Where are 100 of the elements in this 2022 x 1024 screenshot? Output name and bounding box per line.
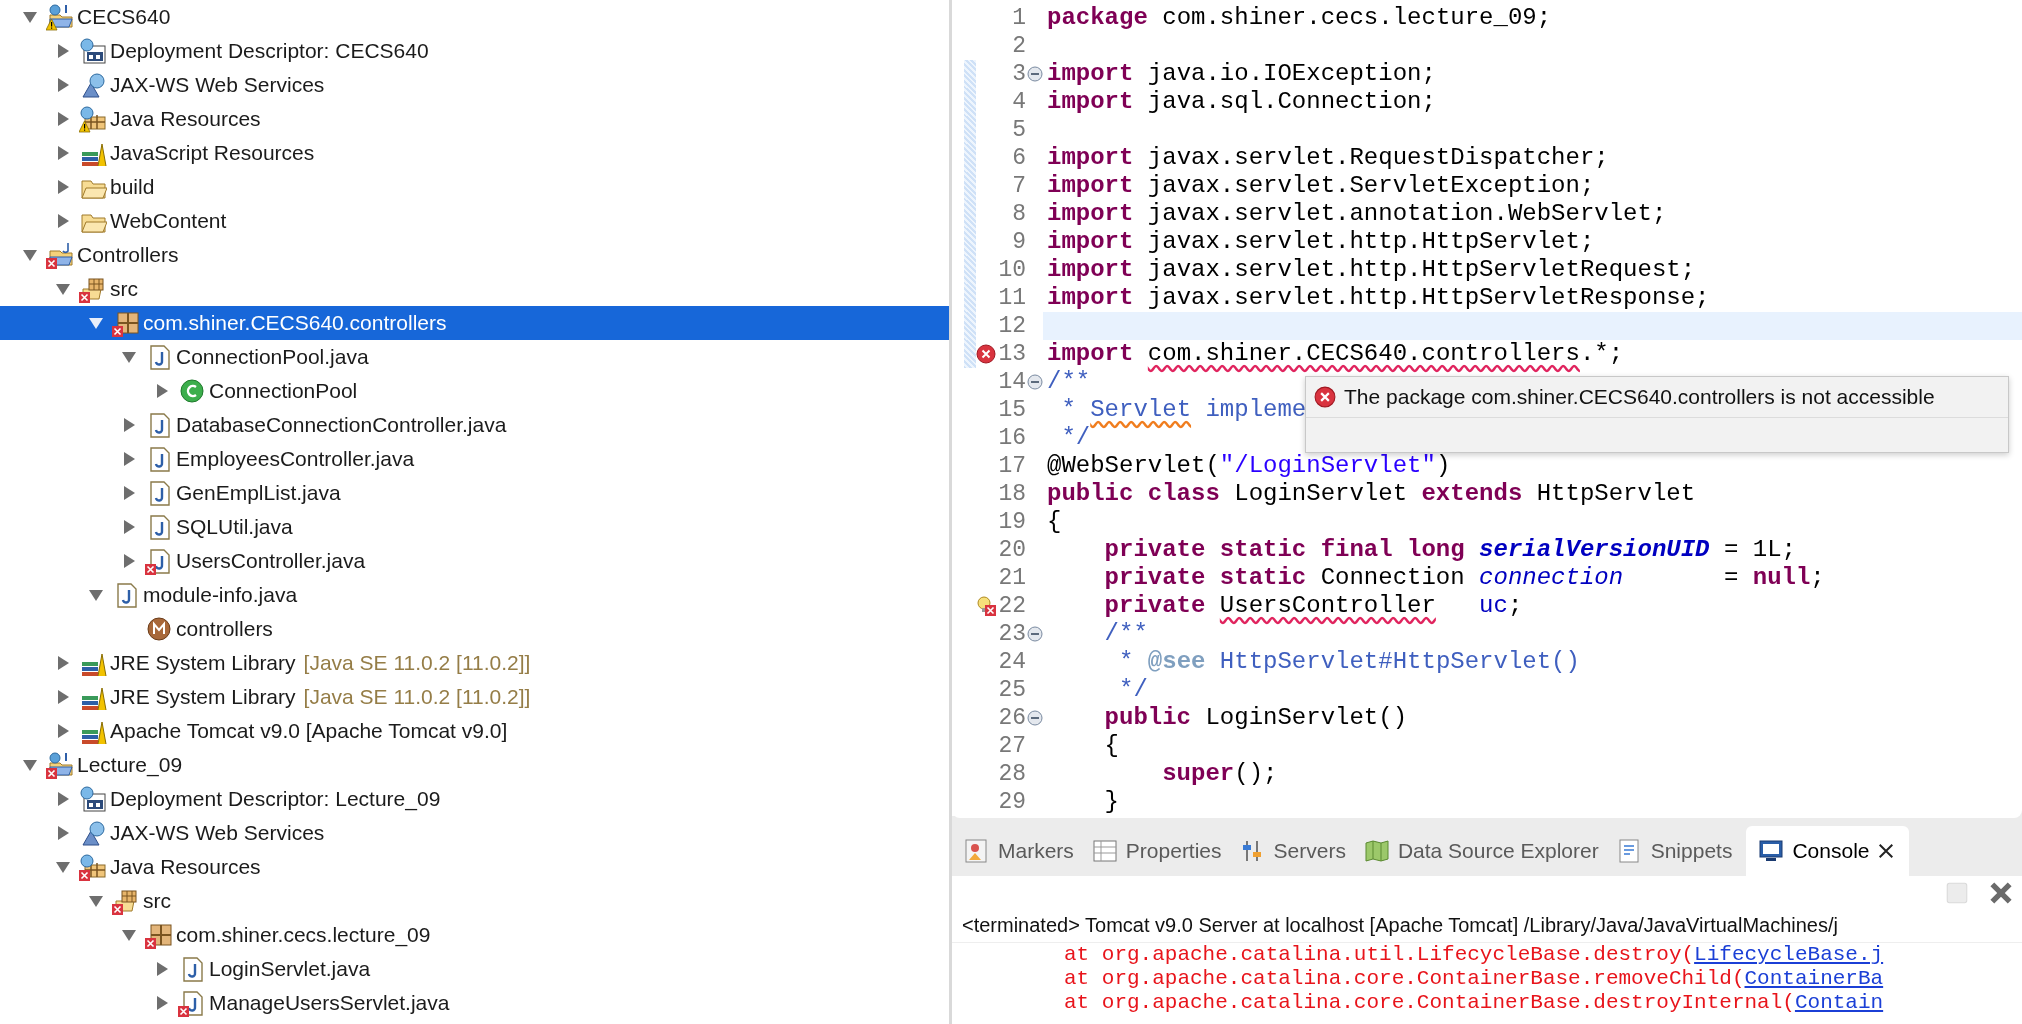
collapsed-arrow-icon[interactable] xyxy=(55,111,71,127)
tree-label: Java Resources xyxy=(110,106,261,133)
source-link[interactable]: Contain xyxy=(1794,991,1884,1014)
expanded-arrow-icon[interactable] xyxy=(88,587,104,603)
tree-item[interactable]: JAX-WS Web Services xyxy=(0,68,949,102)
tree-item[interactable]: Deployment Descriptor: Lecture_09 xyxy=(0,782,949,816)
line-number: 29 xyxy=(997,787,1026,817)
panel-tab[interactable]: Properties xyxy=(1087,826,1236,876)
collapsed-arrow-icon[interactable] xyxy=(121,553,137,569)
fold-icon[interactable] xyxy=(1027,374,1043,390)
collapsed-arrow-icon[interactable] xyxy=(55,145,71,161)
tree-item[interactable]: EmployeesController.java xyxy=(0,442,949,476)
panel-tab[interactable]: Snippets xyxy=(1612,826,1747,876)
code-text: * xyxy=(1060,396,1077,423)
expanded-arrow-icon[interactable] xyxy=(22,757,38,773)
collapsed-arrow-icon[interactable] xyxy=(121,519,137,535)
collapsed-arrow-icon[interactable] xyxy=(154,961,170,977)
tree-label: JRE System Library xyxy=(110,684,296,711)
collapsed-arrow-icon[interactable] xyxy=(121,451,137,467)
panel-tab[interactable]: Console xyxy=(1746,826,1910,876)
tree-item[interactable]: GenEmplList.java xyxy=(0,476,949,510)
tree-item[interactable]: JAX-WS Web Services xyxy=(0,816,949,850)
tree-item[interactable]: Apache Tomcat v9.0 [Apache Tomcat v9.0] xyxy=(0,714,949,748)
tree-item[interactable]: JRE System Library [Java SE 11.0.2 [11.0.2]] xyxy=(0,680,949,714)
collapsed-arrow-icon[interactable] xyxy=(55,825,71,841)
source-link[interactable]: LifecycleBase.j xyxy=(1694,943,1884,966)
tree-item[interactable]: Deployment Descriptor: CECS640 xyxy=(0,34,949,68)
tree-item[interactable]: module-info.java xyxy=(0,578,949,612)
tree-label: Java Resources xyxy=(110,854,261,881)
fold-icon[interactable] xyxy=(1027,626,1043,642)
tree-item[interactable]: src xyxy=(0,272,949,306)
tree-item[interactable]: Java Resources xyxy=(0,850,949,884)
collapsed-arrow-icon[interactable] xyxy=(55,723,71,739)
tree-label: ConnectionPool.java xyxy=(176,344,369,371)
tree-label: ManageUsersServlet.java xyxy=(209,990,450,1017)
code-text: Connection xyxy=(1319,564,1466,591)
collapsed-arrow-icon[interactable] xyxy=(55,213,71,229)
collapsed-arrow-icon[interactable] xyxy=(121,417,137,433)
code-text: UsersController xyxy=(1219,592,1436,619)
collapsed-arrow-icon[interactable] xyxy=(55,179,71,195)
collapsed-arrow-icon[interactable] xyxy=(121,485,137,501)
tree-item[interactable]: Controllers xyxy=(0,238,949,272)
code-text: serialVersionUID xyxy=(1479,536,1710,563)
collapsed-arrow-icon[interactable] xyxy=(55,791,71,807)
tree-item[interactable]: ConnectionPool.java xyxy=(0,340,949,374)
code-text: LoginServlet xyxy=(1233,480,1409,507)
collapsed-arrow-icon[interactable] xyxy=(55,689,71,705)
code-text: /** xyxy=(1103,620,1148,647)
fold-icon[interactable] xyxy=(1027,710,1043,726)
line-number: 2 xyxy=(1011,31,1026,61)
collapsed-arrow-icon[interactable] xyxy=(154,383,170,399)
expanded-arrow-icon[interactable] xyxy=(22,247,38,263)
close-icon[interactable] xyxy=(1877,842,1896,860)
line-number: 28 xyxy=(997,759,1026,789)
expanded-arrow-icon[interactable] xyxy=(55,859,71,875)
line-number: 26 xyxy=(997,703,1026,733)
expanded-arrow-icon[interactable] xyxy=(88,315,104,331)
tree-item[interactable]: build xyxy=(0,170,949,204)
tree-item[interactable]: ManageUsersServlet.java xyxy=(0,986,949,1020)
tree-item[interactable]: DatabaseConnectionController.java xyxy=(0,408,949,442)
tree-item[interactable]: ConnectionPool xyxy=(0,374,949,408)
tree-item[interactable]: src xyxy=(0,884,949,918)
tree-item[interactable]: JRE System Library [Java SE 11.0.2 [11.0.2]] xyxy=(0,646,949,680)
code-text: com.shiner.CECS640.controllers xyxy=(1147,340,1580,367)
collapsed-arrow-icon[interactable] xyxy=(55,77,71,93)
expanded-arrow-icon[interactable] xyxy=(121,927,137,943)
tree-item[interactable]: JavaScript Resources xyxy=(0,136,949,170)
code-text: import xyxy=(1047,60,1134,87)
tree-item[interactable]: Lecture_09 xyxy=(0,748,949,782)
map-icon xyxy=(1363,838,1390,864)
collapsed-arrow-icon[interactable] xyxy=(55,655,71,671)
expanded-arrow-icon[interactable] xyxy=(55,281,71,297)
tree-item[interactable]: UsersController.java xyxy=(0,544,949,578)
code-text: public xyxy=(1103,704,1192,731)
code-text: .*; xyxy=(1579,340,1624,367)
line-number: 12 xyxy=(997,311,1026,341)
expanded-arrow-icon[interactable] xyxy=(22,9,38,25)
panel-tab[interactable]: Markers xyxy=(960,826,1088,876)
tree-item[interactable]: Java Resources xyxy=(0,102,949,136)
tree-item[interactable]: WebContent xyxy=(0,204,949,238)
panel-tab[interactable]: Servers xyxy=(1235,826,1360,876)
source-link[interactable]: ContainerBa xyxy=(1744,967,1884,990)
expanded-arrow-icon[interactable] xyxy=(121,349,137,365)
monitor-icon xyxy=(1758,838,1785,864)
tree-label: JRE System Library xyxy=(110,650,296,677)
tree-item[interactable]: LoginServlet.java xyxy=(0,952,949,986)
line-number: 1 xyxy=(1011,3,1026,33)
tree-item[interactable]: com.shiner.cecs.lecture_09 xyxy=(0,918,949,952)
panel-tab[interactable]: Data Source Explorer xyxy=(1359,826,1613,876)
tree-label: CECS640 xyxy=(77,4,171,31)
tree-item[interactable]: CECS640 xyxy=(0,0,949,34)
fold-icon[interactable] xyxy=(1027,66,1043,82)
tree-item[interactable]: com.shiner.CECS640.controllers xyxy=(0,306,949,340)
expanded-arrow-icon[interactable] xyxy=(88,893,104,909)
collapsed-arrow-icon[interactable] xyxy=(55,43,71,59)
tree-item[interactable]: controllers xyxy=(0,612,949,646)
collapsed-arrow-icon[interactable] xyxy=(154,995,170,1011)
tree-item[interactable]: SQLUtil.java xyxy=(0,510,949,544)
tree-label: LoginServlet.java xyxy=(209,956,371,983)
code-text: com.shiner.cecs.lecture_09; xyxy=(1161,4,1552,31)
